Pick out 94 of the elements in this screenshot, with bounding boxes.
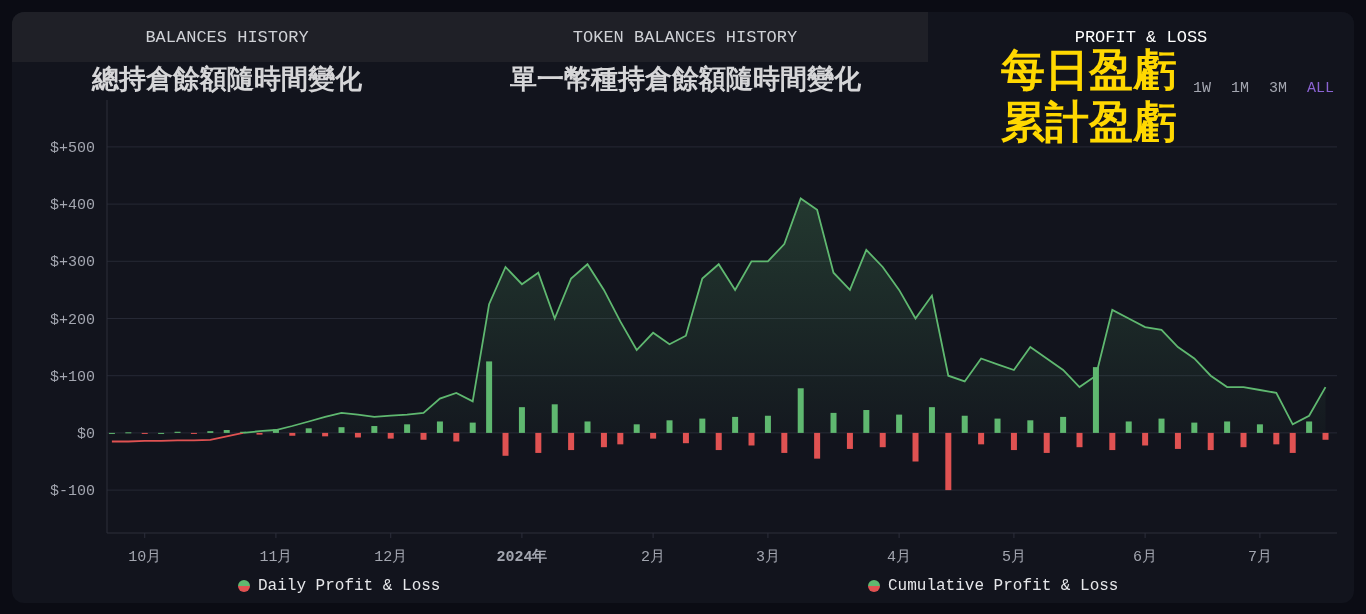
profit-bar	[600, 432, 607, 448]
profit-bar	[633, 424, 640, 433]
profit-bar	[1060, 416, 1067, 433]
profit-bar	[420, 432, 427, 440]
profit-bar	[666, 420, 673, 433]
profit-bar	[994, 418, 1001, 433]
profit-bar	[289, 432, 296, 436]
profit-bar	[699, 418, 706, 433]
profit-bar	[1109, 432, 1116, 451]
profit-bar	[535, 432, 542, 453]
profit-bar	[945, 432, 952, 491]
profit-bar	[912, 432, 919, 462]
axis-label: $0	[77, 425, 95, 443]
profit-bar	[1010, 432, 1017, 451]
profit-bar	[272, 429, 279, 433]
profit-bar	[1273, 432, 1280, 445]
profit-bar	[682, 432, 689, 444]
axis-label: 5月	[1001, 549, 1026, 566]
profit-bar	[617, 432, 624, 445]
range-button[interactable]: 1M	[1226, 78, 1253, 101]
legend-label: Cumulative Profit & Loss	[888, 576, 1119, 597]
axis-label: $+200	[50, 311, 95, 329]
profit-bar	[387, 432, 394, 439]
tab-annotation: 總持倉餘額隨時間變化	[90, 63, 363, 95]
profit-bar	[1043, 432, 1050, 453]
profit-bar	[896, 414, 903, 433]
profit-bar	[781, 432, 788, 453]
profit-bar	[650, 432, 657, 439]
legend-dot-icon	[238, 580, 250, 592]
profit-bar	[436, 421, 443, 433]
profit-bar	[1027, 420, 1034, 433]
tab[interactable]: TOKEN BALANCES HISTORY	[442, 12, 928, 62]
profit-bar	[863, 410, 870, 433]
profit-bar	[715, 432, 722, 451]
axis-label: 2月	[641, 549, 666, 566]
profit-bar	[814, 432, 821, 459]
axis-label: $+100	[50, 368, 95, 386]
profit-bar	[1289, 432, 1296, 453]
axis-label: $+500	[50, 139, 95, 157]
range-button[interactable]: 3M	[1264, 78, 1291, 101]
profit-bar	[846, 432, 853, 449]
profit-bar	[764, 415, 771, 433]
profit-bar	[551, 404, 558, 433]
profit-bar	[1125, 421, 1132, 433]
profit-bar	[1306, 421, 1313, 433]
profit-bar	[1092, 367, 1099, 433]
axis-label: 11月	[259, 549, 293, 566]
profit-bar	[1240, 432, 1247, 448]
profit-bar	[453, 432, 460, 442]
legend-label: Daily Profit & Loss	[258, 576, 441, 597]
profit-bar	[1224, 421, 1231, 433]
profit-bar	[354, 432, 361, 438]
profit-bar	[371, 426, 378, 433]
profit-bar	[879, 432, 886, 448]
legend-dot-icon	[868, 580, 880, 592]
profit-bar	[469, 422, 476, 433]
profit-bar	[797, 388, 804, 433]
axis-label: $+400	[50, 197, 95, 215]
profit-bar	[568, 432, 575, 451]
profit-bar	[928, 407, 935, 433]
profit-bar	[1174, 432, 1181, 449]
axis-label: 3月	[755, 549, 780, 566]
axis-label: 6月	[1133, 549, 1158, 566]
profit-bar	[404, 424, 411, 433]
range-button[interactable]: ALL	[1303, 78, 1338, 101]
profit-bar	[830, 412, 837, 433]
axis-label: 7月	[1247, 549, 1272, 566]
profit-bar	[961, 415, 968, 433]
axis-label: 4月	[887, 549, 912, 566]
axis-label: 12月	[374, 549, 408, 566]
profit-bar	[1142, 432, 1149, 446]
range-button[interactable]: 1W	[1188, 78, 1215, 101]
profit-bar	[223, 430, 230, 433]
profit-bar	[584, 421, 591, 433]
profit-bar	[732, 416, 739, 433]
profit-bar	[518, 407, 525, 433]
tab-annotation: 單一幣種持倉餘額隨時間變化	[508, 63, 862, 95]
profit-bar	[1191, 422, 1198, 433]
profit-bar	[486, 361, 493, 433]
profit-bar	[1322, 432, 1329, 440]
profit-bar	[338, 427, 345, 433]
axis-label: $-100	[50, 483, 95, 501]
axis-label: $+300	[50, 254, 95, 272]
profit-bar	[978, 432, 985, 445]
profit-bar	[1076, 432, 1083, 448]
axis-label: 10月	[128, 549, 162, 566]
axis-label: 2024年	[496, 549, 548, 566]
profit-bar	[1158, 418, 1165, 433]
profit-bar	[305, 428, 312, 433]
profit-bar	[748, 432, 755, 446]
profit-bar	[1256, 424, 1263, 433]
tab[interactable]: BALANCES HISTORY	[12, 12, 442, 62]
profit-bar	[502, 432, 509, 456]
profit-bar	[1207, 432, 1214, 451]
